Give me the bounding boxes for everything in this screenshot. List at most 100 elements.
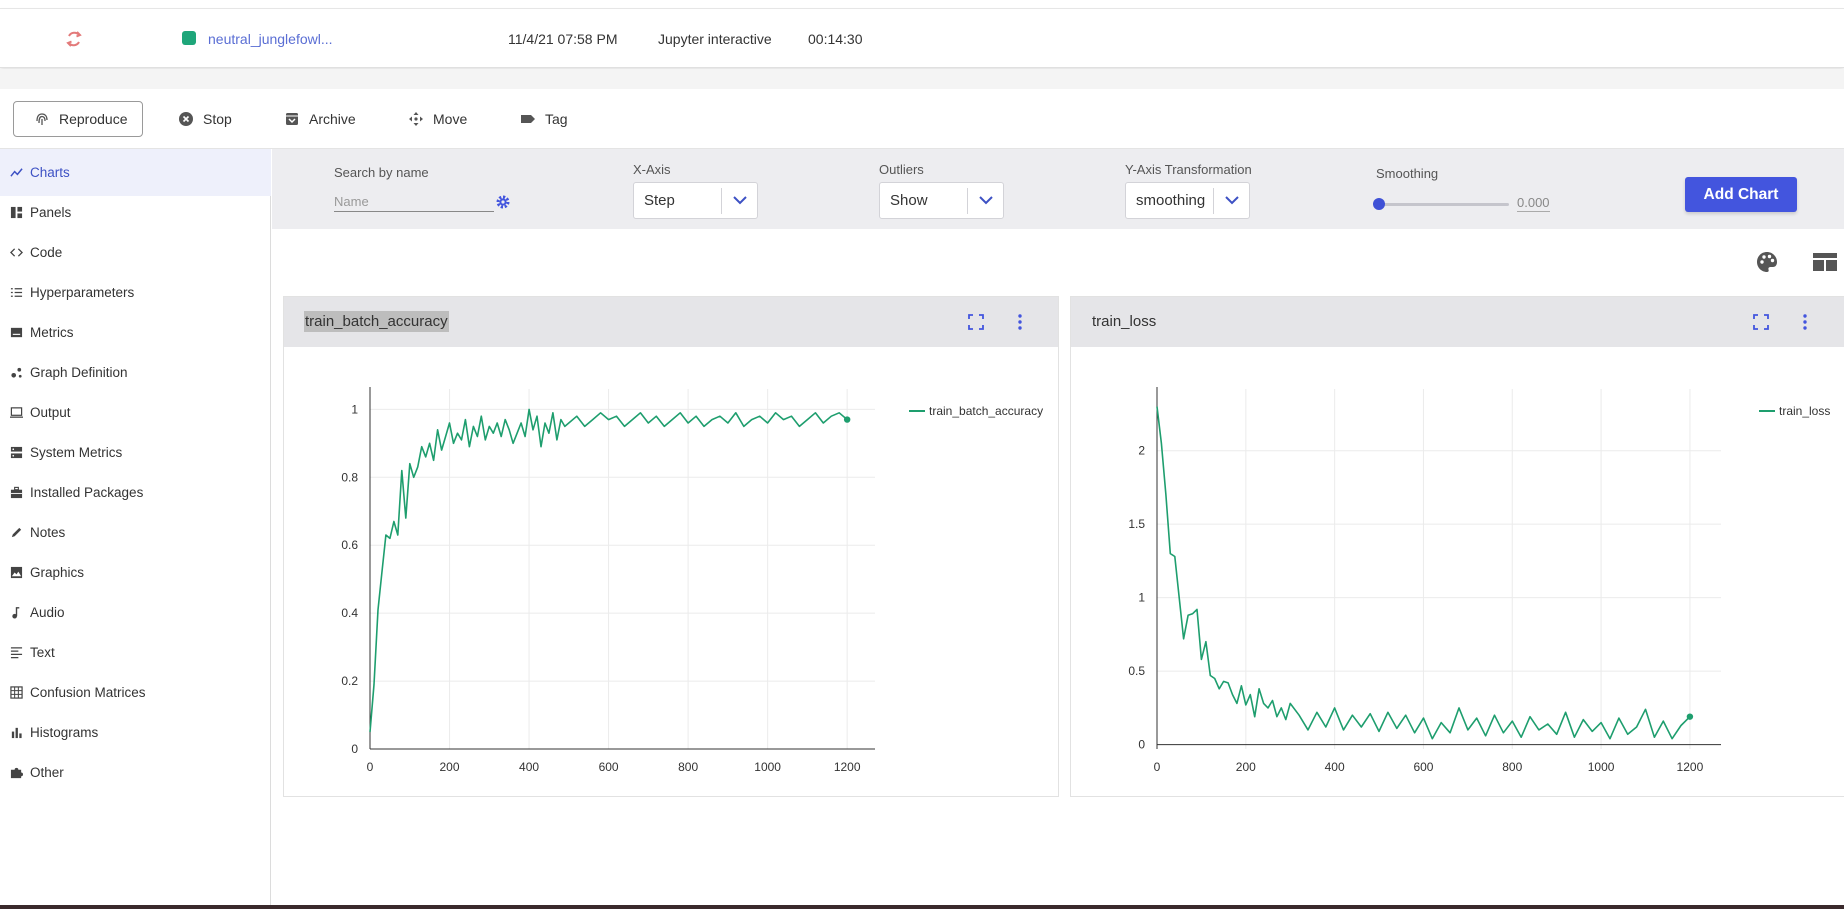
sidebar-item-label: Charts: [30, 165, 70, 180]
archive-label: Archive: [309, 111, 356, 127]
outliers-label: Outliers: [879, 162, 924, 177]
palette-icon[interactable]: [1756, 251, 1778, 273]
experiment-row[interactable]: neutral_junglefowl... 11/4/21 07:58 PM J…: [0, 8, 1844, 68]
y-tick-label: 0: [351, 742, 358, 756]
y-tick-label: 1.5: [1128, 517, 1145, 531]
refresh-icon[interactable]: [64, 29, 84, 49]
experiment-date: 11/4/21 07:58 PM: [508, 31, 618, 47]
search-input[interactable]: [334, 192, 494, 212]
y-tick-label: 0: [1138, 738, 1145, 752]
histogram-icon: [11, 727, 22, 739]
tag-icon: [521, 115, 535, 123]
archive-button[interactable]: Archive: [284, 101, 356, 137]
separator-band: [0, 69, 1844, 89]
monitor-icon: [10, 407, 23, 418]
last-point-marker[interactable]: [843, 416, 851, 423]
move-label: Move: [433, 111, 468, 127]
stop-button[interactable]: Stop: [178, 101, 232, 137]
chart-plot-area[interactable]: 0 200 400 600 800 1000 1200 0 0.2 0.4 0.6 0.8 1 train…: [284, 347, 1058, 796]
x-tick-label: 1200: [834, 760, 861, 774]
stop-label: Stop: [203, 111, 232, 127]
sidebar-item-label: Installed Packages: [30, 485, 144, 500]
stop-circle-icon: [179, 112, 193, 126]
experiment-duration: 00:14:30: [808, 31, 863, 47]
more-vertical-icon[interactable]: [1010, 312, 1030, 332]
fingerprint-icon: [36, 113, 48, 125]
last-point-marker[interactable]: [1686, 713, 1694, 720]
xaxis-select[interactable]: Step: [633, 182, 758, 219]
outliers-select[interactable]: Show: [879, 182, 1004, 219]
gear-icon[interactable]: [495, 194, 511, 210]
tag-button[interactable]: Tag: [520, 101, 568, 137]
chart-card-header: train_batch_accuracy: [284, 297, 1058, 347]
graph-icon: [11, 367, 22, 378]
y-tick-label: 1: [1138, 591, 1145, 605]
legend-label[interactable]: train_batch_accuracy: [929, 404, 1043, 418]
chevron-down-icon: [1213, 187, 1249, 214]
smoothing-slider-thumb[interactable]: [1373, 198, 1385, 210]
chart-card-header: train_loss: [1071, 297, 1844, 347]
y-tick-label: 0.8: [341, 470, 358, 484]
server-icon: [10, 446, 23, 459]
chart-plot-area[interactable]: 0 200 400 600 800 1000 1200 0 0.5 1 1.5 2 train_loss: [1071, 347, 1844, 796]
fullscreen-icon[interactable]: [1751, 312, 1771, 332]
legend-label[interactable]: train_loss: [1779, 404, 1830, 418]
x-tick-label: 800: [1502, 760, 1522, 774]
y-tick-label: 0.2: [341, 674, 358, 688]
move-arrows-icon: [409, 112, 423, 126]
reproduce-button[interactable]: Reproduce: [13, 101, 143, 137]
metrics-icon: [10, 327, 23, 338]
y-tick-label: 0.5: [1128, 664, 1145, 678]
y-tick-label: 0.6: [341, 538, 358, 552]
smoothing-label: Smoothing: [1376, 166, 1439, 181]
xaxis-value: Step: [644, 192, 675, 209]
yaxis-transform-select[interactable]: smoothing: [1125, 182, 1250, 219]
sidebar-item-label: Histograms: [30, 725, 99, 740]
sidebar-item-label: Text: [30, 645, 55, 660]
layout-icon[interactable]: [1813, 253, 1837, 271]
smoothing-slider-track[interactable]: [1379, 203, 1509, 206]
package-icon: [10, 486, 23, 499]
fullscreen-icon[interactable]: [966, 312, 986, 332]
x-tick-label: 600: [1413, 760, 1433, 774]
smoothing-value-input[interactable]: 0.000: [1517, 195, 1550, 212]
yaxis-transform-label: Y-Axis Transformation: [1125, 162, 1252, 177]
text-icon: [10, 647, 23, 659]
experiment-name-link[interactable]: neutral_junglefowl...: [208, 31, 333, 47]
grid-icon: [10, 686, 23, 699]
archive-icon: [286, 113, 298, 125]
window-bottom-edge: [0, 905, 1844, 909]
sidebar-item-other[interactable]: Other: [0, 749, 271, 796]
xaxis-label: X-Axis: [633, 162, 671, 177]
move-button[interactable]: Move: [408, 101, 467, 137]
y-tick-label: 0.4: [341, 606, 358, 620]
sidebar-item-label: Graph Definition: [30, 365, 128, 380]
more-vertical-icon[interactable]: [1795, 312, 1815, 332]
x-tick-label: 600: [599, 760, 619, 774]
search-label: Search by name: [334, 165, 429, 180]
puzzle-icon: [10, 767, 23, 779]
section-sidebar: Charts Panels Code Hyperparameters Metri…: [0, 149, 271, 909]
sidebar-item-label: Notes: [30, 525, 66, 540]
sidebar-item-label: Code: [30, 245, 63, 260]
status-indicator: [182, 31, 196, 45]
reproduce-label: Reproduce: [59, 111, 128, 127]
tag-label: Tag: [545, 111, 568, 127]
x-tick-label: 400: [519, 760, 539, 774]
x-tick-label: 800: [678, 760, 698, 774]
chevron-down-icon: [967, 187, 1003, 214]
chart-line-icon: [10, 168, 23, 177]
panels-icon: [10, 206, 23, 219]
sidebar-item-label: Audio: [30, 605, 65, 620]
chart-title: train_batch_accuracy: [304, 311, 449, 332]
pencil-icon: [11, 527, 22, 538]
y-tick-label: 1: [351, 402, 358, 416]
add-chart-button[interactable]: Add Chart: [1685, 177, 1797, 212]
x-tick-label: 0: [1154, 760, 1161, 774]
code-icon: [10, 248, 23, 257]
chart-card-train-loss: train_loss 0 200 400 600 800 1000 1200 0 0.5 1 1.5…: [1070, 296, 1844, 797]
x-tick-label: 1000: [1588, 760, 1615, 774]
outliers-value: Show: [890, 192, 928, 209]
experiment-toolbar: Reproduce Stop Archive Move Tag: [0, 89, 1844, 149]
x-tick-label: 0: [367, 760, 374, 774]
